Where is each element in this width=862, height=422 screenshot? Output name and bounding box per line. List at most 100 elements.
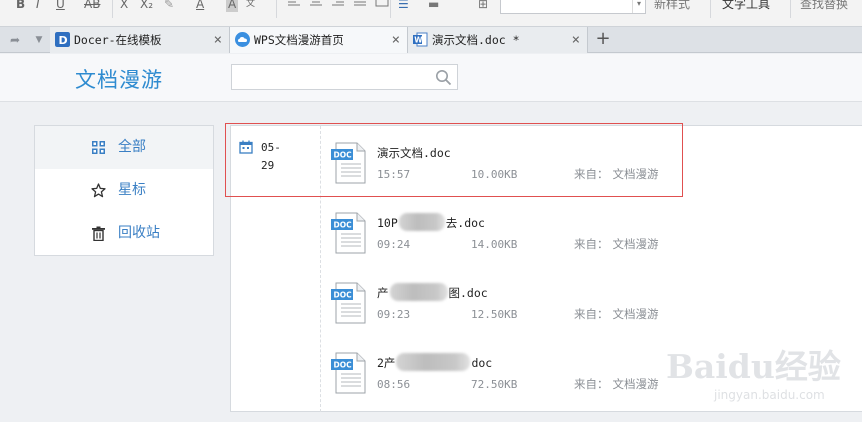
strikethrough-button[interactable]: AB <box>84 0 100 12</box>
line-spacing-icon[interactable]: ☰ <box>398 0 409 12</box>
back-arrow-icon[interactable]: ➦ <box>2 27 28 53</box>
file-source-label: 来自： <box>574 237 609 251</box>
sidebar-item-all[interactable]: 全部 <box>35 126 213 169</box>
new-tab-button[interactable]: + <box>592 27 614 53</box>
tab-menu-button[interactable]: ▼ <box>26 27 52 53</box>
paragraph-align-icons[interactable] <box>286 0 396 9</box>
file-name-start: 10P <box>377 216 398 230</box>
doc-icon-label: DOC <box>334 151 353 160</box>
tab-label: WPS文档漫游首页 <box>254 33 344 47</box>
close-icon[interactable]: × <box>214 27 222 53</box>
file-name-start: 演示文档.doc <box>377 146 451 160</box>
file-source-label: 来自： <box>574 307 609 321</box>
cloud-icon <box>235 32 250 47</box>
new-style-button[interactable]: 新样式 <box>654 0 690 12</box>
tab-bar: ➦ ▼ D Docer-在线模板 × WPS文档漫游首页 × W 演示文档.do… <box>0 27 862 53</box>
search-input[interactable] <box>236 68 426 86</box>
sidebar-item-label: 回收站 <box>118 225 160 241</box>
file-source-value: 文档漫游 <box>612 307 659 321</box>
file-source-label: 来自： <box>574 167 609 181</box>
divider <box>320 126 321 412</box>
sidebar-item-starred[interactable]: 星标 <box>35 169 213 212</box>
ribbon-separator <box>710 0 711 18</box>
watermark-url: jingyan.baidu.com <box>714 388 825 402</box>
file-name[interactable]: 10P 去.doc <box>377 213 485 231</box>
file-row[interactable]: DOC 产 图.doc 09:23 12.50KB 来自： 文档漫游 <box>331 280 862 342</box>
trash-icon <box>92 226 105 241</box>
ribbon-separator <box>276 0 277 18</box>
file-name-end: doc <box>471 356 493 370</box>
svg-text:W: W <box>414 36 423 45</box>
file-name-start: 2产 <box>377 356 396 370</box>
tab-label: Docer-在线模板 <box>74 33 162 47</box>
sidebar: 全部 星标 回收站 <box>34 125 214 256</box>
word-doc-icon: W <box>413 32 428 47</box>
file-time: 15:57 <box>377 168 411 181</box>
subscript-button[interactable]: X₂ <box>140 0 153 12</box>
superscript-button[interactable]: X <box>120 0 128 12</box>
doc-file-icon: DOC <box>331 142 366 184</box>
file-name-start: 产 <box>377 286 389 300</box>
file-source: 来自： 文档漫游 <box>574 236 659 252</box>
doc-file-icon: DOC <box>331 212 366 254</box>
sidebar-item-recycle-bin[interactable]: 回收站 <box>35 212 213 255</box>
highlight-pen-icon[interactable]: ✎ <box>164 0 174 12</box>
baidu-jingyan-watermark: Baidu经验 jingyan.baidu.com <box>666 340 856 420</box>
search-box[interactable] <box>231 64 458 90</box>
tab-docer[interactable]: D Docer-在线模板 × <box>50 27 230 53</box>
date-label: 05-29 <box>261 141 281 172</box>
grid-icon <box>92 141 105 154</box>
star-icon <box>91 183 106 198</box>
bold-button[interactable]: B <box>16 0 25 12</box>
file-source-value: 文档漫游 <box>612 237 659 251</box>
ribbon-toolbar: B I U AB X X₂ ✎ A A 文 ☰ ▬ ⊞ ▾ 新样式 文字工具 查… <box>0 0 862 27</box>
file-name-end: 去.doc <box>445 216 485 230</box>
file-time: 09:23 <box>377 308 411 321</box>
underline-button[interactable]: U <box>56 0 65 12</box>
tab-demo-doc[interactable]: W 演示文档.doc * × <box>408 27 588 53</box>
font-color-button[interactable]: A <box>196 0 204 12</box>
close-icon[interactable]: × <box>572 27 580 53</box>
redacted-blur <box>398 213 445 231</box>
ribbon-separator <box>790 0 791 18</box>
file-name[interactable]: 2产 doc <box>377 353 493 371</box>
doc-file-icon: DOC <box>331 282 366 324</box>
docer-icon: D <box>55 32 70 47</box>
svg-text:D: D <box>59 34 68 47</box>
text-tool-button[interactable]: 文字工具 <box>722 0 770 12</box>
page-title: 文档漫游 <box>75 68 163 92</box>
style-selector[interactable]: ▾ <box>500 0 646 14</box>
phonetic-guide-icon[interactable]: 文 <box>246 0 255 12</box>
char-shading-button[interactable]: A <box>226 0 239 12</box>
file-row[interactable]: DOC 演示文档.doc 15:57 10.00KB 来自： 文档漫游 <box>331 140 862 202</box>
italic-button[interactable]: I <box>36 0 40 12</box>
search-icon[interactable] <box>435 69 452 86</box>
file-size: 72.50KB <box>471 378 518 391</box>
redacted-blur <box>389 283 448 301</box>
border-icon[interactable]: ⊞ <box>478 0 488 12</box>
chevron-down-icon[interactable]: ▾ <box>632 0 645 13</box>
tab-wps-roaming-home[interactable]: WPS文档漫游首页 × <box>230 27 408 53</box>
page-header: 文档漫游 <box>0 54 862 102</box>
sidebar-item-label: 星标 <box>118 182 146 198</box>
calendar-icon <box>239 140 253 154</box>
shading-icon[interactable]: ▬ <box>428 0 439 12</box>
file-name[interactable]: 演示文档.doc <box>377 145 451 161</box>
file-source: 来自： 文档漫游 <box>574 376 659 392</box>
ribbon-separator <box>390 0 391 18</box>
file-source-label: 来自： <box>574 377 609 391</box>
file-size: 14.00KB <box>471 238 518 251</box>
file-time: 08:56 <box>377 378 411 391</box>
doc-file-icon: DOC <box>331 352 366 394</box>
sidebar-item-label: 全部 <box>118 139 146 155</box>
find-replace-button[interactable]: 查找替换 <box>800 0 848 12</box>
redacted-blur <box>396 353 471 371</box>
file-size: 12.50KB <box>471 308 518 321</box>
close-icon[interactable]: × <box>392 27 400 53</box>
watermark-brand: Baidu经验 <box>666 347 841 386</box>
doc-icon-label: DOC <box>334 361 353 370</box>
file-name[interactable]: 产 图.doc <box>377 283 488 301</box>
file-row[interactable]: DOC 10P 去.doc 09:24 14.00KB 来自： 文档漫游 <box>331 210 862 272</box>
file-source-value: 文档漫游 <box>612 167 659 181</box>
file-source: 来自： 文档漫游 <box>574 166 659 182</box>
